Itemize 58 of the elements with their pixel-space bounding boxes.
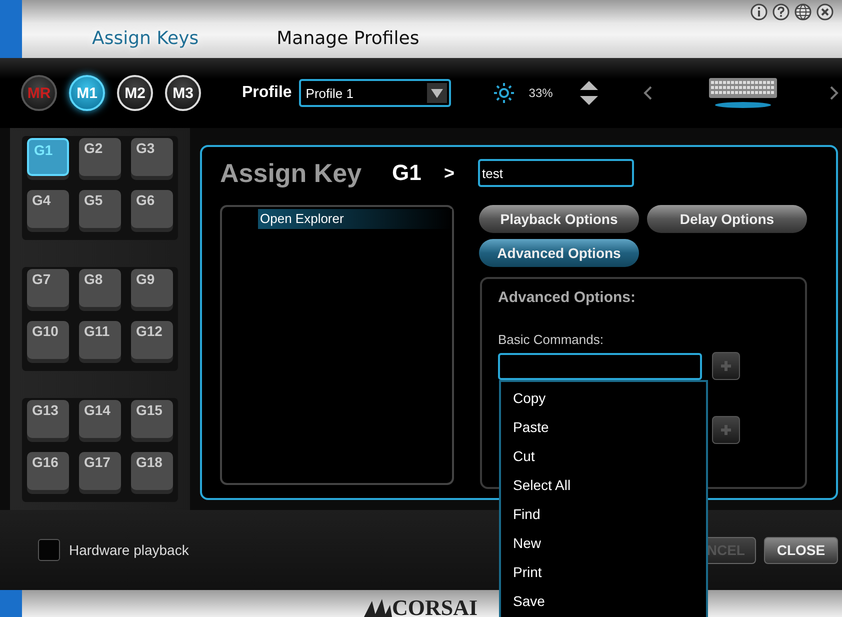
menu-item[interactable]: Select All [501,471,706,500]
menu-item[interactable]: Find [501,500,706,529]
dialog-button[interactable]: CLOSE [764,536,838,564]
g-key[interactable]: G15 [131,400,173,438]
g-key[interactable]: G6 [131,190,173,228]
basic-commands-field[interactable] [498,352,702,380]
sail-logo-icon [362,597,392,617]
chevron-right-icon[interactable] [828,85,839,101]
panel-title: Assign Key [220,158,363,188]
g-key[interactable]: G11 [79,321,121,359]
macro-name-field[interactable]: test [478,159,634,187]
g-key[interactable]: G8 [79,269,121,307]
g-key[interactable]: G14 [79,400,121,438]
tab[interactable]: Manage Profiles [276,28,420,49]
macro-list-item[interactable]: Open Explorer [258,209,452,229]
menu-item[interactable]: Save [501,587,706,616]
help-icon[interactable] [772,3,790,21]
mode-button[interactable]: M2 [117,75,153,111]
mode-button[interactable]: M1 [69,75,105,111]
profile-dropdown[interactable]: Profile 1 [298,79,451,107]
menu-item[interactable]: Paste [501,413,706,442]
profile-label: Profile [242,84,292,102]
g-key[interactable]: G7 [27,269,69,307]
g-key[interactable]: G17 [79,452,121,490]
brightness-icon[interactable] [492,82,515,104]
plus-icon [720,360,732,372]
g-key[interactable]: G5 [79,190,121,228]
option-button[interactable]: Playback Options [479,205,639,233]
key-name: G1 [392,160,422,186]
brand-logo: CORSAI [392,599,478,617]
arrow-text: > [444,162,456,184]
plus-icon [720,424,732,436]
menu-item[interactable]: Cut [501,442,706,471]
g-key[interactable]: G18 [131,452,173,490]
mode-button[interactable]: M3 [165,75,201,111]
section-title: Advanced Options: [498,289,637,306]
info-icon[interactable] [750,3,768,21]
option-button[interactable]: Advanced Options [479,239,639,267]
checkbox[interactable] [38,539,60,561]
g-key[interactable]: G3 [131,138,173,176]
field-label: Basic Commands: [498,332,604,347]
tab[interactable]: Assign Keys [92,28,199,49]
g-key[interactable]: G12 [131,321,173,359]
menu-item[interactable]: Copy [501,384,706,413]
checkbox-label: Hardware playback [69,542,189,558]
g-key[interactable]: G10 [27,321,69,359]
option-button[interactable]: Delay Options [647,205,807,233]
close-icon[interactable] [816,3,834,21]
up-down-arrows-icon[interactable] [578,80,599,106]
g-key[interactable]: G2 [79,138,121,176]
keyboard-icon[interactable] [706,76,779,110]
g-key[interactable]: G13 [27,400,69,438]
chevron-left-icon[interactable] [642,85,653,101]
g-key[interactable]: G4 [27,190,69,228]
brightness-value: 33% [528,86,553,100]
g-key[interactable]: G9 [131,269,173,307]
globe-icon[interactable] [794,3,812,21]
g-key[interactable]: G16 [27,452,69,490]
